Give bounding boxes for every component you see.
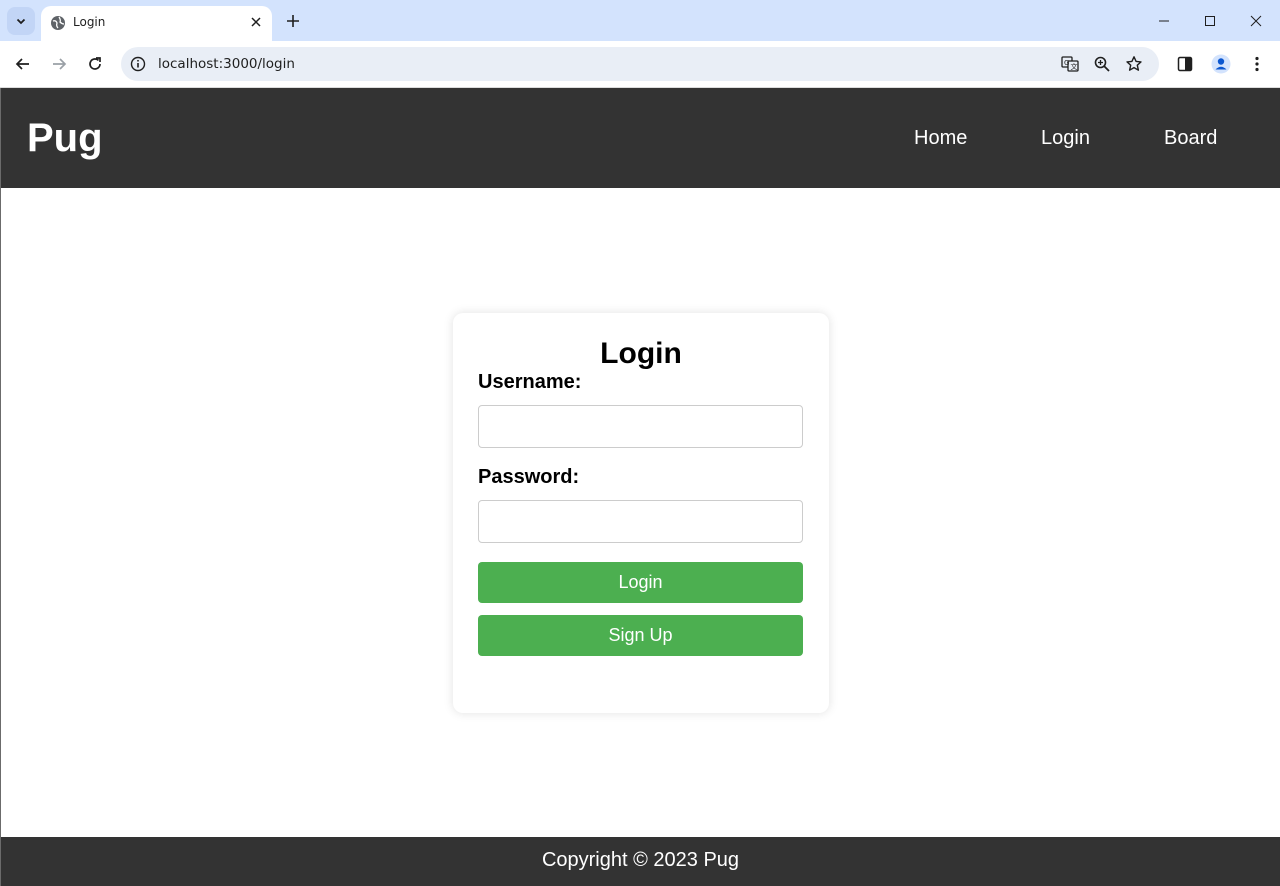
minimize-icon	[1159, 20, 1169, 21]
kebab-menu-icon	[1255, 56, 1259, 72]
svg-text:文: 文	[1071, 62, 1078, 71]
nav-link-home[interactable]: Home	[914, 127, 967, 150]
info-icon[interactable]	[130, 56, 146, 72]
svg-text:G: G	[1064, 59, 1069, 67]
signup-button[interactable]: Sign Up	[478, 615, 803, 656]
login-card: Login Username: Password: Login Sign Up	[453, 313, 829, 713]
username-input[interactable]	[478, 405, 803, 448]
browser-tabstrip: Login	[0, 0, 1280, 41]
url-text[interactable]: localhost:3000/login	[158, 56, 295, 72]
site-header: Pug Home Login Board	[1, 88, 1280, 188]
star-icon[interactable]	[1125, 55, 1143, 73]
translate-icon[interactable]: G文	[1061, 55, 1079, 73]
password-input[interactable]	[478, 500, 803, 543]
brand-logo[interactable]: Pug	[27, 116, 103, 161]
maximize-icon	[1205, 15, 1215, 26]
side-panel-icon	[1177, 56, 1193, 72]
login-button[interactable]: Login	[478, 562, 803, 603]
reload-button[interactable]	[81, 50, 109, 78]
nav-link-login[interactable]: Login	[1041, 127, 1090, 150]
main-content: Login Username: Password: Login Sign Up	[1, 188, 1280, 837]
back-button[interactable]	[9, 50, 37, 78]
tab-search-button[interactable]	[7, 7, 35, 35]
plus-icon	[287, 15, 299, 27]
minimize-button[interactable]	[1141, 0, 1187, 41]
browser-toolbar: localhost:3000/login G文	[0, 41, 1280, 88]
login-title: Login	[600, 337, 682, 370]
site-footer: Copyright © 2023 Pug	[1, 837, 1280, 886]
globe-icon	[51, 16, 65, 30]
browser-tab-login[interactable]: Login	[41, 6, 272, 41]
nav-link-board[interactable]: Board	[1164, 127, 1217, 150]
side-panel-button[interactable]	[1175, 54, 1195, 74]
chevron-down-icon	[16, 18, 26, 25]
maximize-button[interactable]	[1187, 0, 1233, 41]
arrow-right-icon	[53, 58, 67, 70]
close-tab-icon[interactable]	[249, 15, 263, 29]
close-window-button[interactable]	[1233, 0, 1279, 41]
arrow-left-icon	[15, 58, 29, 70]
new-tab-button[interactable]	[279, 7, 307, 35]
forward-button[interactable]	[45, 50, 73, 78]
copyright-text: Copyright © 2023 Pug	[541, 849, 740, 871]
menu-button[interactable]	[1247, 54, 1267, 74]
avatar-icon	[1211, 54, 1231, 74]
close-icon	[1250, 15, 1262, 26]
password-label: Password:	[478, 466, 580, 488]
profile-button[interactable]	[1211, 54, 1231, 74]
reload-icon	[89, 57, 101, 70]
address-bar[interactable]: localhost:3000/login G文	[121, 47, 1159, 81]
username-label: Username:	[478, 371, 582, 393]
tab-title: Login	[73, 15, 106, 29]
zoom-icon[interactable]	[1093, 55, 1111, 73]
